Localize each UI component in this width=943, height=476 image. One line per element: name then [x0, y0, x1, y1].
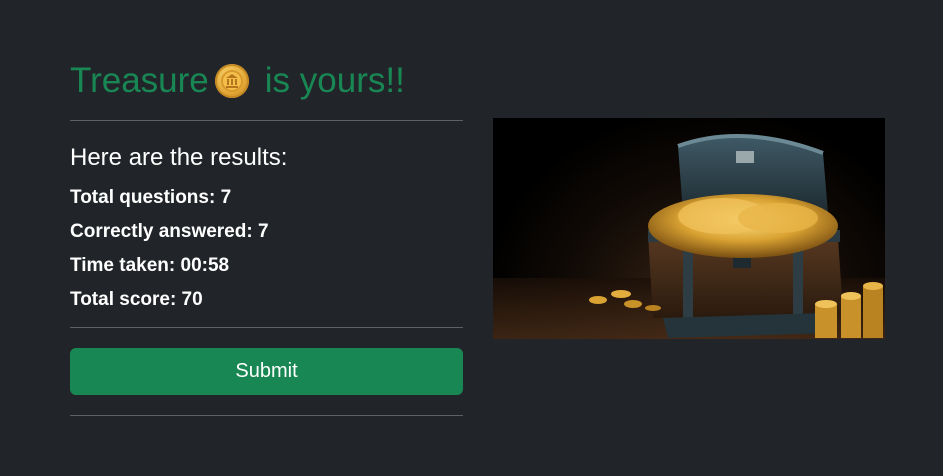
result-time-taken: Time taken: 00:58 [70, 255, 230, 276]
heading-block: Treasure is yours!! [70, 58, 463, 104]
divider-middle [70, 327, 463, 328]
page-title: Treasure is yours!! [70, 58, 463, 104]
result-total-questions: Total questions: 7 [70, 187, 232, 208]
results-title: Here are the results: [70, 144, 288, 171]
result-total-score: Total score: 70 [70, 289, 203, 310]
treasure-chest-image [493, 118, 885, 339]
submit-button[interactable]: Submit [70, 348, 463, 395]
divider-bottom [70, 415, 463, 416]
results-section: Here are the results: Total questions: 7… [70, 142, 287, 317]
title-word-is-yours: is yours!! [264, 61, 405, 100]
result-correctly-answered: Correctly answered: 7 [70, 221, 269, 242]
title-word-treasure: Treasure [70, 61, 209, 100]
divider-top [70, 120, 463, 121]
results-page: Treasure is yours!! Here are the results… [0, 0, 943, 476]
bank-coin-icon [214, 64, 249, 98]
